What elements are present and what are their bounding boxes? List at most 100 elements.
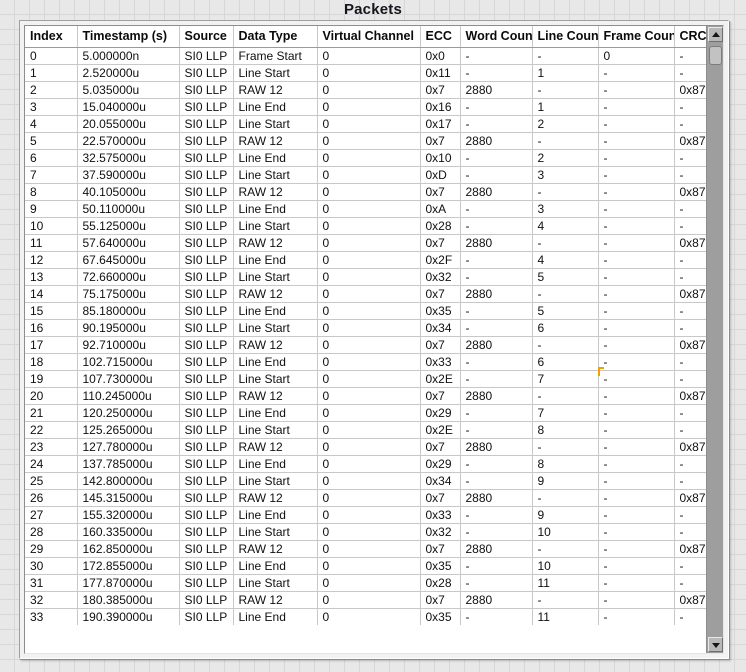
table-row[interactable]: 1475.175000uSI0 LLPRAW 1200x72880--0x871… (25, 285, 706, 303)
table-cell[interactable]: SI0 LLP (179, 251, 234, 269)
table-cell[interactable]: 0x8711 (674, 387, 706, 405)
table-cell[interactable]: 2880 (460, 183, 533, 201)
table-cell[interactable]: - (460, 608, 533, 625)
table-cell[interactable]: - (598, 183, 675, 201)
table-cell[interactable]: 0x7 (420, 183, 461, 201)
table-cell[interactable]: - (598, 234, 675, 252)
table-cell[interactable]: 6 (532, 319, 599, 337)
table-cell[interactable]: RAW 12 (233, 438, 318, 456)
table-cell[interactable]: - (460, 404, 533, 422)
table-cell[interactable]: 0 (317, 540, 421, 558)
table-cell[interactable]: - (598, 608, 675, 625)
table-cell[interactable]: 7 (25, 166, 78, 184)
table-cell[interactable]: 142.800000u (77, 472, 180, 490)
table-cell[interactable]: SI0 LLP (179, 217, 234, 235)
table-cell[interactable]: 3 (532, 200, 599, 218)
table-cell[interactable]: 107.730000u (77, 370, 180, 388)
table-cell[interactable]: 9 (532, 472, 599, 490)
table-cell[interactable]: 0 (317, 438, 421, 456)
table-cell[interactable]: - (674, 557, 706, 575)
table-cell[interactable]: 25 (25, 472, 78, 490)
table-cell[interactable]: - (460, 574, 533, 592)
table-cell[interactable]: SI0 LLP (179, 302, 234, 320)
table-cell[interactable]: SI0 LLP (179, 336, 234, 354)
column-header[interactable]: Index (25, 26, 78, 48)
table-cell[interactable]: - (532, 47, 599, 65)
table-cell[interactable]: - (598, 387, 675, 405)
packets-table-viewport[interactable]: Index Timestamp (s) Source Data Type Virtual… (25, 26, 706, 653)
column-header[interactable]: Frame Count (598, 26, 675, 48)
table-cell[interactable]: SI0 LLP (179, 47, 234, 65)
table-row[interactable]: 21 120.250000u SI0 LLP Line End 0 0x29-7- - (25, 404, 706, 422)
table-cell[interactable]: 2.520000u (77, 64, 180, 82)
table-cell[interactable]: SI0 LLP (179, 268, 234, 286)
table-cell[interactable]: 0 (317, 268, 421, 286)
table-cell[interactable]: - (532, 591, 599, 609)
table-row[interactable]: 840.105000uSI0 LLPRAW 1200x72880--0x8711 (25, 183, 706, 201)
table-cell[interactable]: 0x7 (420, 489, 461, 507)
table-row[interactable]: 12 67.645000u SI0 LLP Line End 0 0x2F -4- - (25, 251, 706, 269)
table-cell[interactable]: 177.870000u (77, 574, 180, 592)
table-cell[interactable]: 0x34 (420, 472, 461, 490)
table-cell[interactable]: - (460, 268, 533, 286)
table-cell[interactable]: 0x8711 (674, 336, 706, 354)
table-cell[interactable]: 20.055000u (77, 115, 180, 133)
table-cell[interactable]: 0x34 (420, 319, 461, 337)
table-cell[interactable]: SI0 LLP (179, 115, 234, 133)
table-cell[interactable]: Line Start (233, 166, 318, 184)
table-cell[interactable]: 0x7 (420, 387, 461, 405)
table-row[interactable]: 22 125.265000u SI0 LLP Line Start 0 0x2E -8- - (25, 421, 706, 439)
table-cell[interactable]: 0x17 (420, 115, 461, 133)
table-cell[interactable]: - (598, 149, 675, 167)
table-cell[interactable]: - (674, 98, 706, 116)
table-cell[interactable]: 0 (317, 370, 421, 388)
table-cell[interactable]: - (598, 540, 675, 558)
table-cell[interactable]: RAW 12 (233, 387, 318, 405)
table-cell[interactable]: 0x8711 (674, 234, 706, 252)
table-cell[interactable]: 26 (25, 489, 78, 507)
table-cell[interactable]: 125.265000u (77, 421, 180, 439)
table-cell[interactable]: 2 (532, 115, 599, 133)
table-cell[interactable]: 50.110000u (77, 200, 180, 218)
table-cell[interactable]: 33 (25, 608, 78, 625)
table-cell[interactable]: 2880 (460, 336, 533, 354)
table-cell[interactable]: 0x8711 (674, 81, 706, 99)
table-cell[interactable]: - (532, 132, 599, 150)
table-row[interactable]: 28 160.335000u SI0 LLP Line Start 0 0x32-10- - (25, 523, 706, 541)
table-cell[interactable]: 72.660000u (77, 268, 180, 286)
table-cell[interactable]: SI0 LLP (179, 472, 234, 490)
table-cell[interactable]: 32.575000u (77, 149, 180, 167)
table-row[interactable]: 3 15.040000u SI0 LLP Line End 0 0x16-1- - (25, 98, 706, 116)
table-cell[interactable]: 1 (25, 64, 78, 82)
table-cell[interactable]: 2880 (460, 438, 533, 456)
table-cell[interactable]: 0x8711 (674, 489, 706, 507)
table-cell[interactable]: 0x7 (420, 234, 461, 252)
table-cell[interactable]: - (532, 438, 599, 456)
table-cell[interactable]: - (674, 353, 706, 371)
table-row[interactable]: 24 137.785000u SI0 LLP Line End 0 0x29-8- - (25, 455, 706, 473)
table-cell[interactable]: 0 (317, 251, 421, 269)
table-cell[interactable]: SI0 LLP (179, 319, 234, 337)
table-cell[interactable]: - (674, 404, 706, 422)
table-cell[interactable]: 0x35 (420, 302, 461, 320)
table-cell[interactable]: 57.640000u (77, 234, 180, 252)
table-cell[interactable]: 2880 (460, 387, 533, 405)
table-cell[interactable]: - (674, 149, 706, 167)
table-cell[interactable]: 0 (317, 98, 421, 116)
table-cell[interactable]: Line Start (233, 523, 318, 541)
table-cell[interactable]: Line Start (233, 268, 318, 286)
table-cell[interactable]: Line Start (233, 574, 318, 592)
table-cell[interactable]: 29 (25, 540, 78, 558)
table-cell[interactable]: 0x8711 (674, 285, 706, 303)
table-cell[interactable]: 0x8711 (674, 540, 706, 558)
table-cell[interactable]: - (460, 251, 533, 269)
table-cell[interactable]: - (598, 438, 675, 456)
table-cell[interactable]: - (460, 472, 533, 490)
table-cell[interactable]: 2 (532, 149, 599, 167)
table-cell[interactable]: 155.320000u (77, 506, 180, 524)
table-cell[interactable]: - (674, 251, 706, 269)
table-cell[interactable]: 7 (532, 404, 599, 422)
table-cell[interactable]: SI0 LLP (179, 455, 234, 473)
table-cell[interactable]: 0 (317, 132, 421, 150)
table-cell[interactable]: 1 (532, 64, 599, 82)
